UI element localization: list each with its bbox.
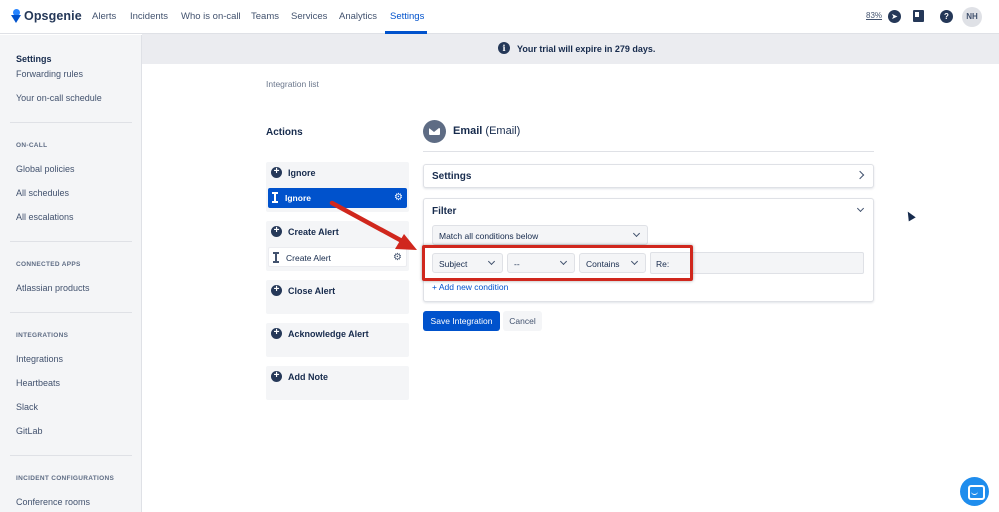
- avatar[interactable]: NH: [962, 7, 982, 27]
- nav-teams[interactable]: Teams: [251, 11, 279, 22]
- nav-incidents[interactable]: Incidents: [130, 11, 168, 22]
- drag-handle-icon[interactable]: [272, 192, 278, 203]
- mouse-cursor-icon: [904, 209, 916, 222]
- plus-circle-icon: +: [271, 167, 282, 178]
- rule-label: Create Alert: [286, 253, 331, 263]
- chevron-down-icon[interactable]: [856, 204, 865, 213]
- add-new-condition-link[interactable]: + Add new condition: [432, 282, 508, 292]
- chevron-down-icon: [632, 229, 641, 238]
- sidebar-item-conference-rooms[interactable]: Conference rooms: [16, 497, 90, 507]
- brand-name: Opsgenie: [24, 9, 82, 23]
- filter-section-title: Filter: [432, 206, 457, 217]
- sidebar-item-integrations[interactable]: Integrations: [16, 354, 63, 364]
- plus-circle-icon: +: [271, 226, 282, 237]
- annotation-highlight-box: [422, 245, 693, 281]
- opsgenie-logo[interactable]: Opsgenie: [11, 9, 82, 23]
- match-mode-select[interactable]: Match all conditions below: [432, 225, 648, 245]
- top-navigation: Opsgenie Alerts Incidents Who is on-call…: [0, 0, 999, 34]
- sidebar-title: Settings: [16, 54, 52, 64]
- integration-title: Email (Email): [453, 125, 520, 137]
- sidebar-item-gitlab[interactable]: GitLab: [16, 426, 43, 436]
- actions-title: Actions: [266, 127, 303, 138]
- chat-support-icon[interactable]: [960, 477, 989, 506]
- rule-label: Ignore: [285, 193, 311, 203]
- trial-banner-text: Your trial will expire in 279 days.: [517, 44, 656, 54]
- settings-sidebar: Settings Forwarding rules Your on-call s…: [0, 35, 142, 512]
- action-group-close-alert: + Close Alert: [266, 280, 409, 314]
- action-group-acknowledge-alert: + Acknowledge Alert: [266, 323, 409, 357]
- sidebar-item-atlassian-products[interactable]: Atlassian products: [16, 283, 90, 293]
- add-ignore-action[interactable]: + Ignore: [271, 167, 316, 178]
- nav-services[interactable]: Services: [291, 11, 327, 22]
- action-label: Acknowledge Alert: [288, 328, 369, 339]
- integration-name: Email: [453, 125, 483, 137]
- sidebar-divider: [10, 122, 132, 123]
- action-label: Add Note: [288, 371, 328, 382]
- info-icon: i: [498, 42, 510, 54]
- rule-ignore[interactable]: Ignore ⚙: [268, 188, 407, 208]
- gear-icon[interactable]: ⚙: [393, 252, 402, 263]
- add-create-alert-action[interactable]: + Create Alert: [271, 226, 339, 237]
- sidebar-item-forwarding-rules[interactable]: Forwarding rules: [16, 69, 83, 79]
- rule-create-alert[interactable]: Create Alert ⚙: [268, 247, 407, 267]
- action-group-create-alert: + Create Alert Create Alert ⚙: [266, 221, 409, 271]
- trial-banner: i Your trial will expire in 279 days.: [142, 34, 999, 64]
- sidebar-heading-incident-configurations: INCIDENT CONFIGURATIONS: [16, 475, 115, 482]
- plus-circle-icon: +: [271, 371, 282, 382]
- drag-handle-icon[interactable]: [273, 252, 279, 263]
- sidebar-item-global-policies[interactable]: Global policies: [16, 164, 75, 174]
- compass-icon[interactable]: ➤: [888, 10, 901, 23]
- sidebar-divider: [10, 241, 132, 242]
- action-label: Ignore: [288, 167, 316, 178]
- add-close-alert-action[interactable]: + Close Alert: [271, 285, 335, 296]
- book-icon[interactable]: [913, 10, 924, 22]
- nav-who-is-on-call[interactable]: Who is on-call: [181, 11, 241, 22]
- add-note-action[interactable]: + Add Note: [271, 371, 328, 382]
- plus-circle-icon: +: [271, 285, 282, 296]
- nav-analytics[interactable]: Analytics: [339, 11, 377, 22]
- zoom-level[interactable]: 83%: [866, 11, 882, 20]
- plus-circle-icon: +: [271, 328, 282, 339]
- action-group-add-note: + Add Note: [266, 366, 409, 400]
- sidebar-item-all-schedules[interactable]: All schedules: [16, 188, 69, 198]
- chevron-right-icon[interactable]: [855, 170, 865, 180]
- action-label: Close Alert: [288, 285, 336, 296]
- sidebar-divider: [10, 312, 132, 313]
- sidebar-item-your-on-call-schedule[interactable]: Your on-call schedule: [16, 93, 102, 103]
- save-integration-button[interactable]: Save Integration: [423, 311, 500, 331]
- sidebar-heading-on-call: ON-CALL: [16, 142, 48, 149]
- cancel-button[interactable]: Cancel: [503, 311, 542, 331]
- email-integration-icon: [423, 120, 446, 143]
- nav-settings[interactable]: Settings: [390, 11, 424, 22]
- divider: [423, 151, 874, 152]
- sidebar-item-all-escalations[interactable]: All escalations: [16, 212, 74, 222]
- opsgenie-logo-icon: [11, 9, 21, 23]
- match-mode-value: Match all conditions below: [439, 231, 539, 241]
- sidebar-item-slack[interactable]: Slack: [16, 402, 38, 412]
- sidebar-item-heartbeats[interactable]: Heartbeats: [16, 378, 60, 388]
- sidebar-heading-integrations: INTEGRATIONS: [16, 332, 69, 339]
- nav-alerts[interactable]: Alerts: [92, 11, 116, 22]
- action-label: Create Alert: [288, 226, 339, 237]
- settings-section-title: Settings: [432, 171, 472, 182]
- sidebar-heading-connected-apps: CONNECTED APPS: [16, 261, 81, 268]
- action-group-ignore: + Ignore Ignore ⚙: [266, 162, 409, 212]
- sidebar-divider: [10, 455, 132, 456]
- integration-type: (Email): [485, 125, 521, 137]
- add-acknowledge-alert-action[interactable]: + Acknowledge Alert: [271, 328, 369, 339]
- help-icon[interactable]: ?: [940, 10, 953, 23]
- breadcrumb[interactable]: Integration list: [266, 79, 319, 89]
- gear-icon[interactable]: ⚙: [394, 192, 403, 203]
- settings-section[interactable]: Settings: [423, 164, 874, 188]
